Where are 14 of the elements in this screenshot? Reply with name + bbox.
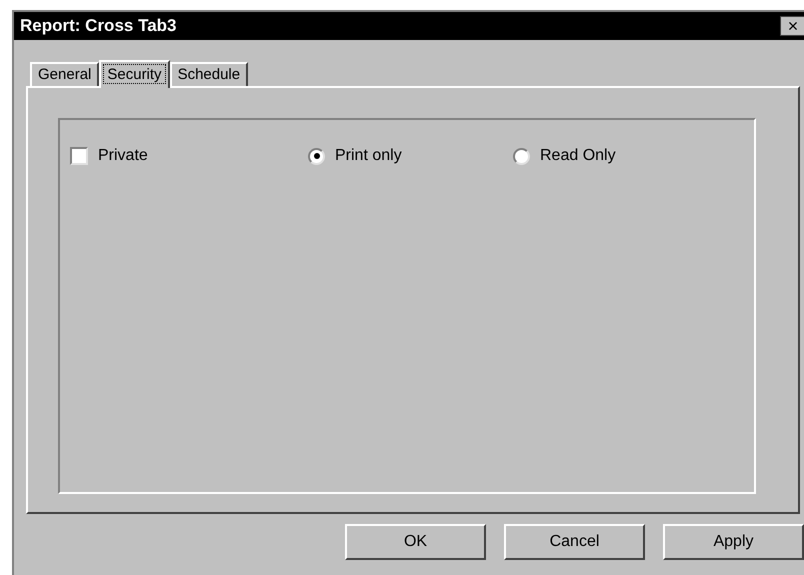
dialog-button[interactable]: Apply (663, 524, 804, 560)
dialog-button[interactable]: OK (345, 524, 486, 560)
tab[interactable]: Schedule (170, 62, 248, 86)
window-title: Report: Cross Tab3 (20, 15, 176, 38)
checkbox[interactable] (70, 147, 88, 165)
dialog-button[interactable]: Cancel (504, 524, 645, 560)
tab[interactable]: General (30, 62, 100, 86)
radio-button[interactable] (513, 148, 530, 164)
radio-option[interactable]: Print only (308, 144, 513, 168)
radio-button[interactable] (308, 148, 325, 164)
close-button[interactable]: × (780, 16, 804, 36)
private-checkbox[interactable]: Private (70, 144, 308, 168)
radio-option[interactable]: Read Only (513, 144, 718, 168)
tab[interactable]: Security (99, 60, 170, 88)
